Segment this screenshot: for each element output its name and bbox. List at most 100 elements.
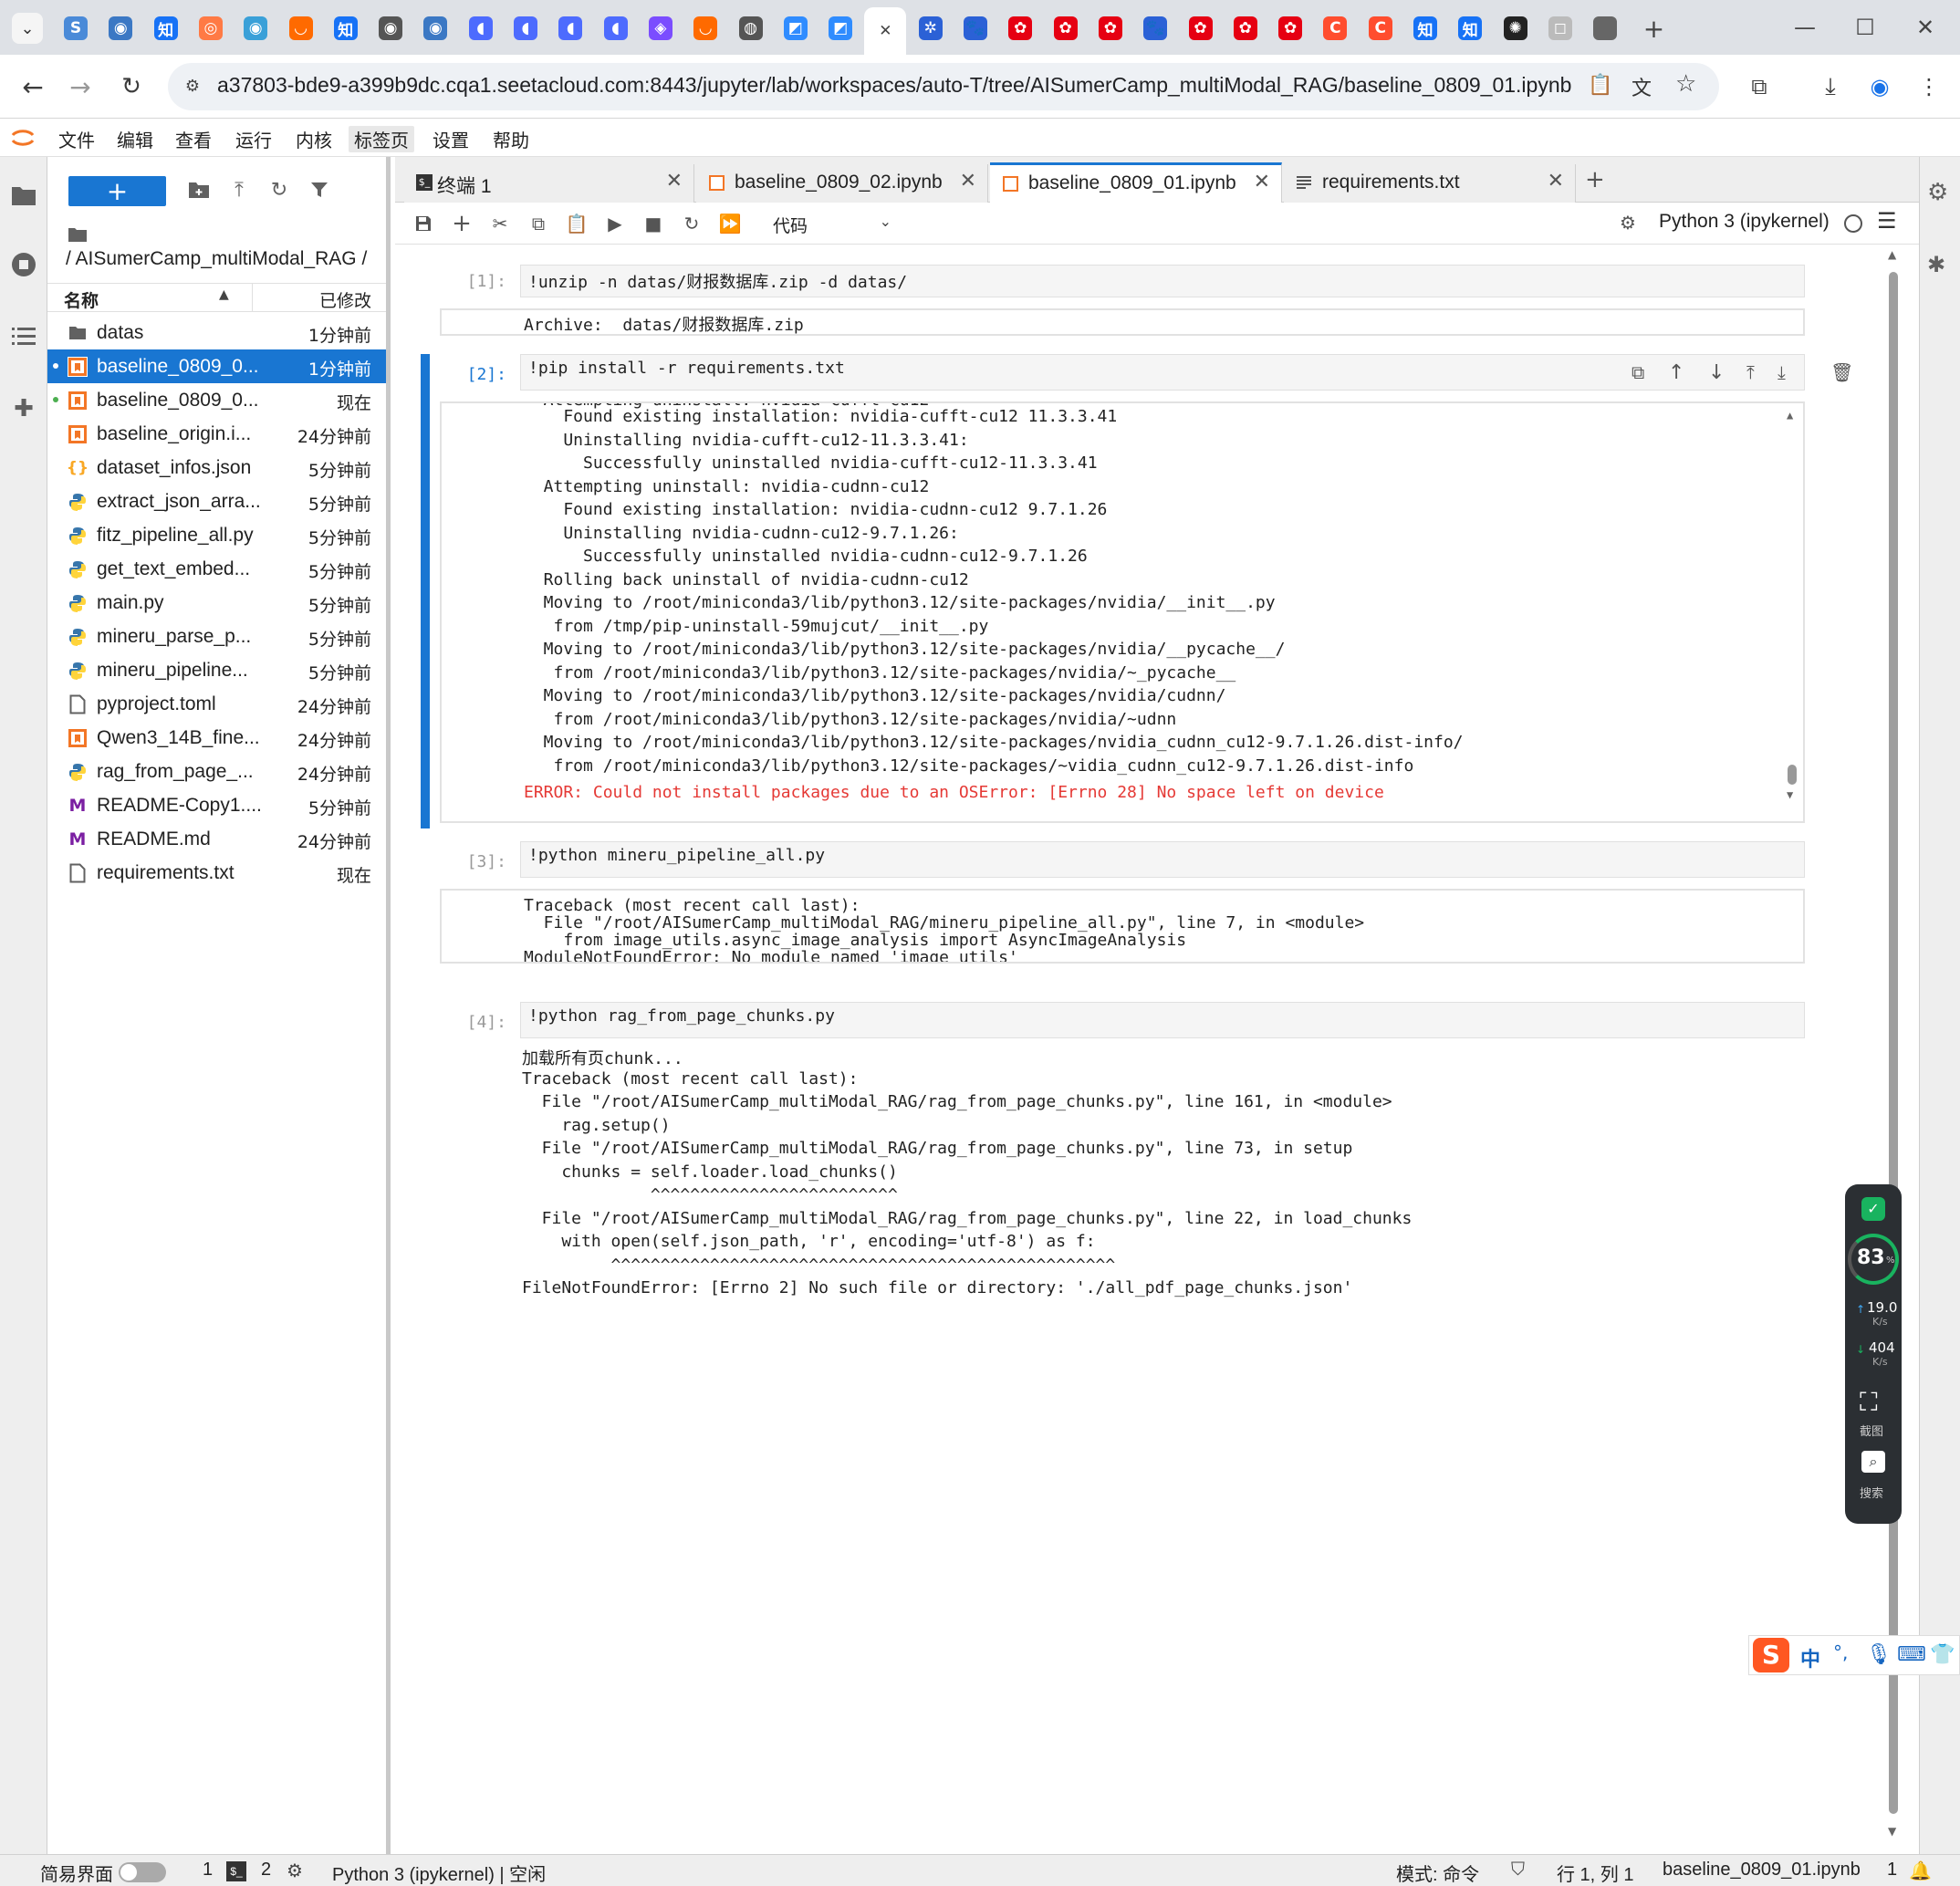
menu-kernel[interactable]: 内核	[290, 126, 338, 152]
scroll-thumb[interactable]	[1889, 272, 1898, 1814]
screenshot-icon[interactable]: ⛶	[1860, 1387, 1878, 1418]
scroll-up-icon[interactable]: ▲	[1787, 409, 1793, 422]
file-list-item[interactable]: pyproject.toml 24分钟前	[47, 687, 386, 721]
new-tab-button[interactable]: +	[1633, 9, 1675, 47]
save-icon[interactable]	[410, 210, 437, 237]
running-sessions-icon[interactable]	[5, 246, 42, 283]
browser-tab[interactable]: ✺	[1495, 9, 1537, 47]
run-icon[interactable]: ▶	[601, 210, 629, 237]
tab-notebook-01[interactable]: baseline_0809_01.ipynb ✕	[990, 162, 1282, 203]
browser-tab[interactable]: ◎	[190, 9, 232, 47]
browser-tab[interactable]: ◖	[505, 9, 547, 47]
tab-search-dropdown[interactable]: ⌄	[7, 9, 47, 47]
terminal-count[interactable]: 1	[203, 1860, 213, 1881]
close-icon[interactable]: ✕	[1254, 171, 1270, 193]
browser-tab[interactable]: C	[1360, 9, 1402, 47]
filter-icon[interactable]	[303, 173, 336, 206]
shield-check-icon[interactable]: ⛉	[1511, 1860, 1525, 1881]
browser-tab[interactable]: 知	[325, 9, 367, 47]
restart-icon[interactable]: ↻	[678, 210, 705, 237]
file-list-item[interactable]: mineru_parse_p... 5分钟前	[47, 620, 386, 653]
cell-type-select[interactable]: 代码 ⌄	[767, 210, 895, 237]
browser-tab[interactable]: ◡	[684, 9, 726, 47]
extensions-icon[interactable]: ⧉	[1741, 68, 1778, 105]
browser-tab[interactable]: ◖	[595, 9, 637, 47]
breadcrumb[interactable]: / AISumerCamp_multiModal_RAG /	[66, 248, 367, 270]
bell-icon[interactable]: 🔔	[1909, 1860, 1932, 1882]
file-list-item[interactable]: main.py 5分钟前	[47, 586, 386, 620]
file-list-item[interactable]: requirements.txt 现在	[47, 856, 386, 890]
notification-count[interactable]: 1	[1887, 1860, 1897, 1881]
kernel-status[interactable]: Python 3 (ipykernel) | 空闲	[332, 1860, 546, 1886]
browser-tab[interactable]: ◈	[640, 9, 682, 47]
shield-check-icon[interactable]: ✓	[1861, 1197, 1885, 1221]
close-icon[interactable]: ✕	[1548, 170, 1564, 193]
tab-notebook-02[interactable]: baseline_0809_02.ipynb ✕	[696, 164, 988, 203]
menu-file[interactable]: 文件	[53, 126, 100, 152]
move-down-icon[interactable]: ↓	[1708, 361, 1725, 384]
debugger-icon[interactable]: ✱	[1927, 252, 1945, 277]
cut-icon[interactable]: ✂	[486, 210, 514, 237]
cursor-position[interactable]: 行 1, 列 1	[1557, 1860, 1633, 1886]
profile-icon[interactable]: ◉	[1861, 68, 1898, 105]
browser-tab[interactable]: ✲	[910, 9, 952, 47]
browser-tab[interactable]: C	[1314, 9, 1356, 47]
ime-punctuation[interactable]: °,	[1833, 1641, 1848, 1663]
browser-tab[interactable]: ✿	[1269, 9, 1311, 47]
skin-icon[interactable]: 👕	[1930, 1643, 1955, 1666]
browser-tab[interactable]: ✿	[1089, 9, 1131, 47]
file-list-item[interactable]: extract_json_arra... 5分钟前	[47, 485, 386, 518]
browser-tab[interactable]: 🐾	[954, 9, 996, 47]
property-inspector-gear-icon[interactable]: ⚙	[1927, 179, 1948, 206]
table-of-contents-icon[interactable]	[5, 318, 42, 354]
insert-cell-icon[interactable]: +	[448, 210, 475, 237]
bookmark-star-icon[interactable]: ☆	[1675, 70, 1696, 98]
cell-input[interactable]: !python mineru_pipeline_all.py	[520, 841, 1805, 878]
kernel-count[interactable]: 2	[261, 1860, 271, 1881]
upload-icon[interactable]: ⤒	[223, 173, 255, 206]
insert-below-icon[interactable]: ⤓	[1778, 361, 1786, 383]
file-list-item[interactable]: Qwen3_14B_fine... 24分钟前	[47, 721, 386, 755]
search-icon[interactable]: ⌕	[1861, 1451, 1885, 1473]
microphone-icon[interactable]: 🎙	[1866, 1643, 1892, 1666]
delete-icon[interactable]: 🗑	[1830, 361, 1853, 383]
new-folder-icon[interactable]	[182, 173, 215, 206]
folder-icon[interactable]	[5, 177, 42, 214]
browser-tab[interactable]: ◩	[819, 9, 861, 47]
paste-icon[interactable]: 📋	[563, 210, 590, 237]
menu-help[interactable]: 帮助	[487, 126, 535, 152]
refresh-icon[interactable]: ↻	[263, 173, 296, 206]
browser-tab[interactable]: ◩	[775, 9, 817, 47]
file-list-item[interactable]: M README.md 24分钟前	[47, 822, 386, 856]
tab-requirements[interactable]: requirements.txt ✕	[1284, 164, 1576, 203]
menu-settings[interactable]: 设置	[427, 126, 474, 152]
notebook-scrollbar[interactable]: ▲ ▼	[1888, 248, 1899, 1843]
simple-mode-toggle[interactable]	[119, 1862, 166, 1882]
move-up-icon[interactable]: ↑	[1668, 361, 1684, 384]
output-scrollbar[interactable]: ▲ ▼	[1785, 405, 1799, 821]
tab-terminal[interactable]: $_ 终端 1 ✕	[404, 164, 694, 203]
keyboard-icon[interactable]: ⌨	[1897, 1643, 1926, 1666]
browser-tab[interactable]: ◖	[549, 9, 591, 47]
column-modified-header[interactable]: 已修改	[319, 287, 371, 312]
new-launcher-button[interactable]: +	[68, 176, 166, 206]
translate-icon[interactable]: 文	[1632, 72, 1652, 101]
browser-tab[interactable]: 知	[1449, 9, 1491, 47]
add-tab-icon[interactable]: +	[1585, 166, 1605, 193]
browser-tab[interactable]: 知	[145, 9, 187, 47]
insert-above-icon[interactable]: ⤒	[1746, 361, 1755, 383]
browser-tab[interactable]: ◍	[730, 9, 772, 47]
close-window-button[interactable]: ✕	[1898, 11, 1953, 44]
scroll-thumb[interactable]	[1788, 765, 1797, 785]
file-list-item[interactable]: baseline_0809_0... 现在	[47, 383, 386, 417]
browser-tab[interactable]: ✿	[1225, 9, 1267, 47]
menu-edit[interactable]: 编辑	[111, 126, 159, 152]
site-info-icon[interactable]: ⚙	[181, 74, 204, 98]
kernel-name[interactable]: Python 3 (ipykernel)	[1659, 211, 1830, 233]
file-list-item[interactable]: rag_from_page_... 24分钟前	[47, 755, 386, 788]
stop-icon[interactable]: ■	[640, 210, 667, 237]
file-list-item[interactable]: baseline_0809_0... 1分钟前	[47, 349, 386, 383]
browser-tab[interactable]: ◉	[99, 9, 141, 47]
fast-forward-icon[interactable]: ⏩	[716, 210, 744, 237]
browser-tab[interactable]: ◉	[414, 9, 456, 47]
